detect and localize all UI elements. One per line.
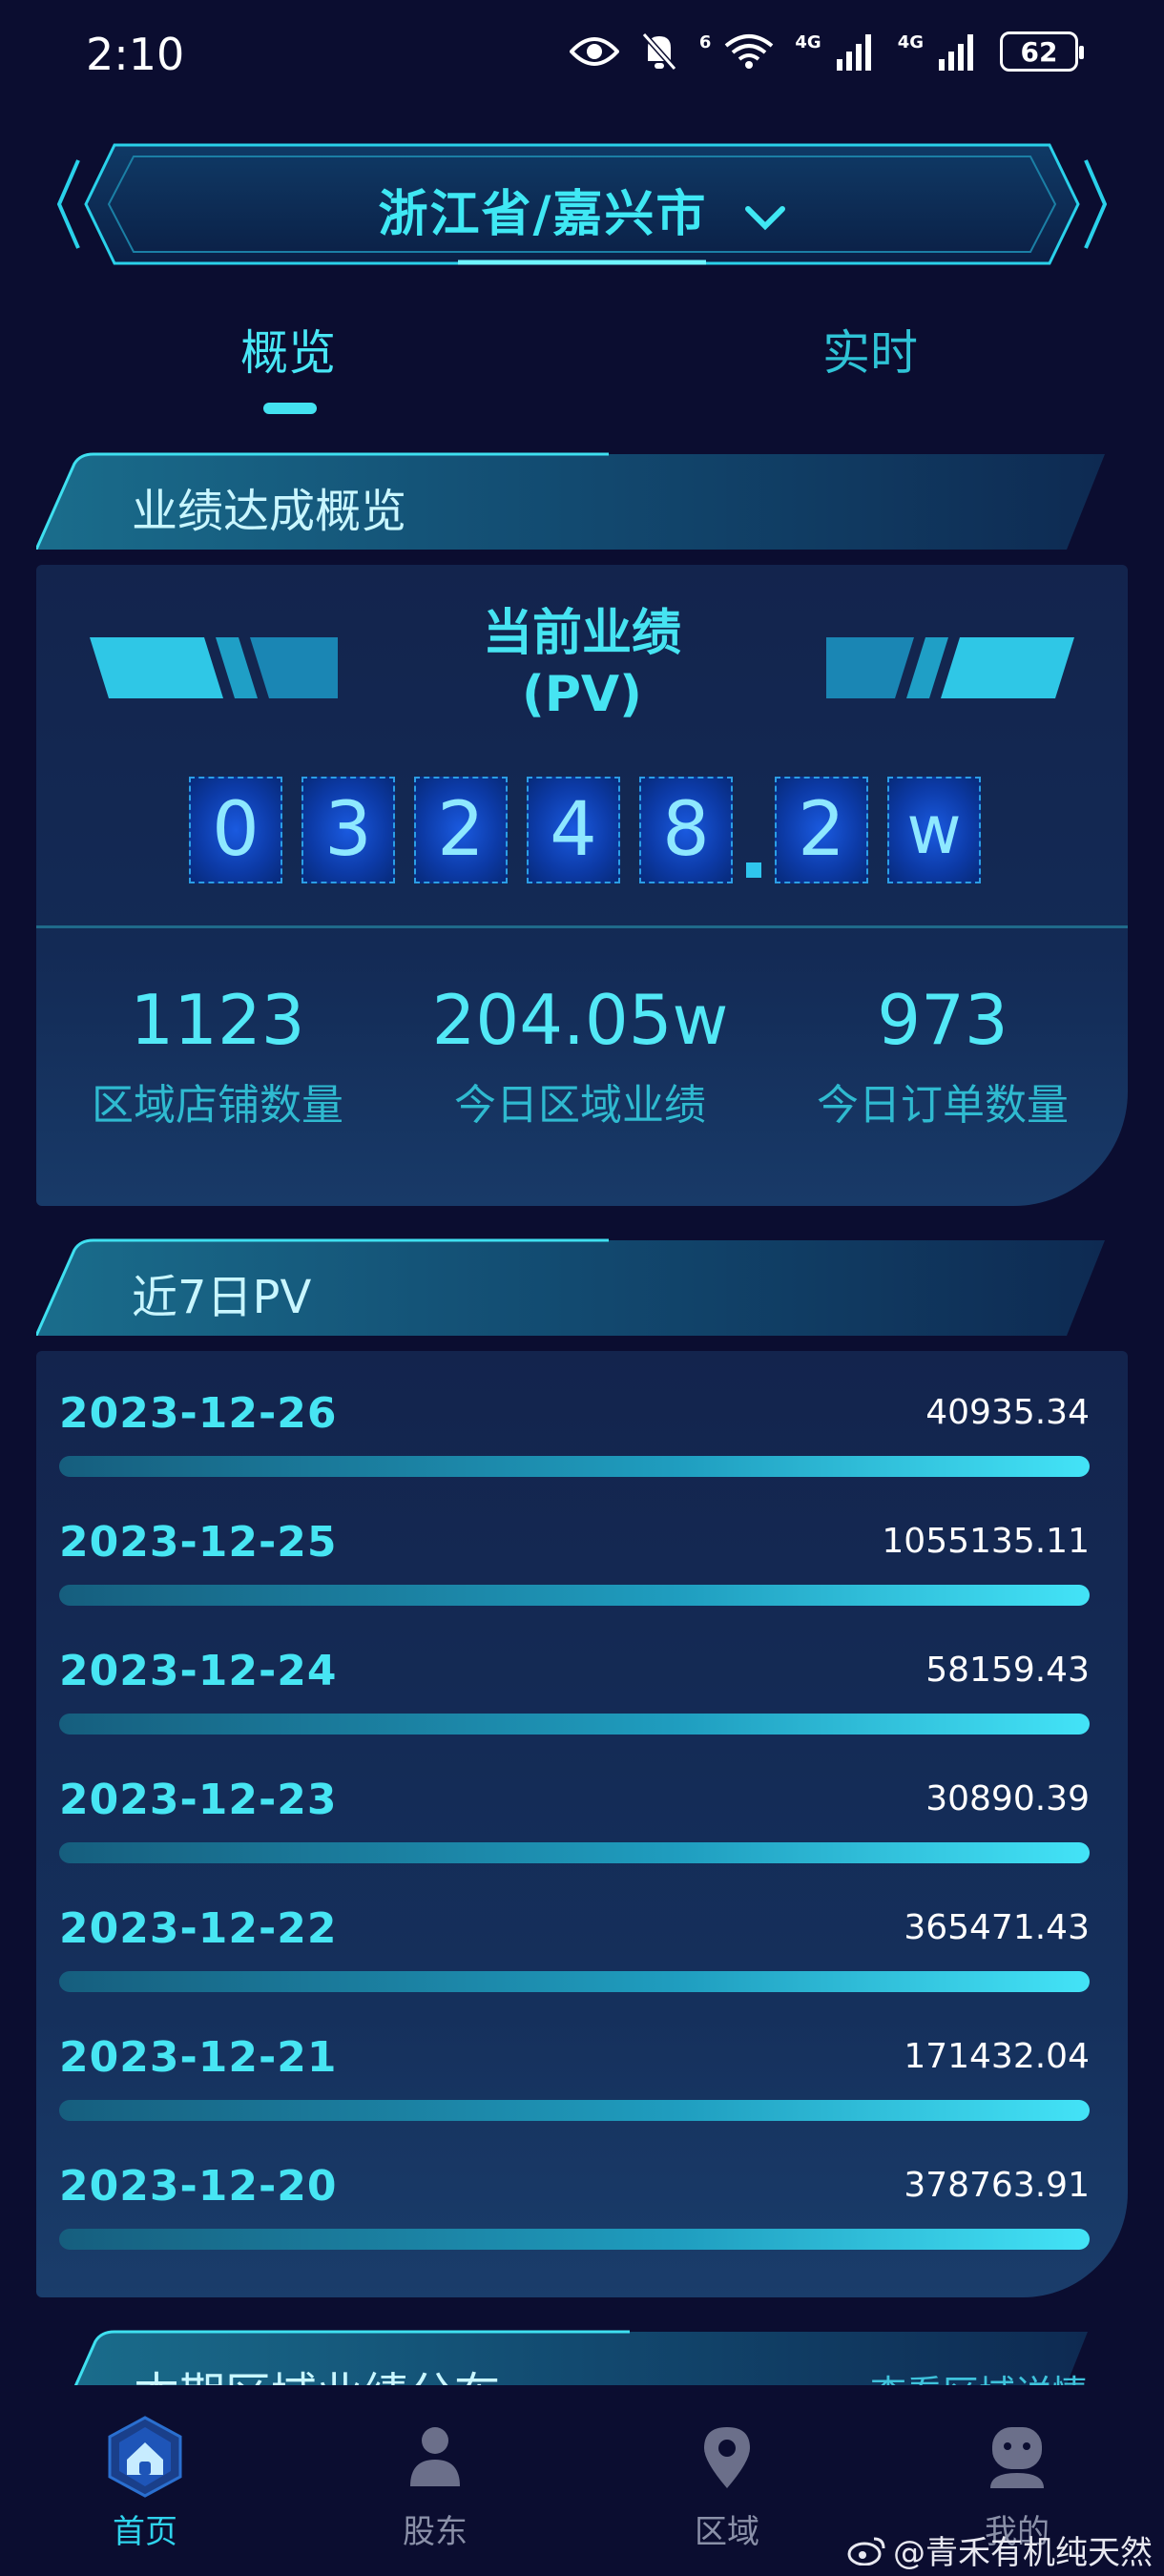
pv-bar bbox=[59, 1971, 1090, 1992]
list-item: 2023-12-21 171432.04 bbox=[59, 1995, 1090, 2124]
pv-date: 2023-12-25 bbox=[59, 1518, 338, 1567]
battery-indicator: 62 bbox=[1000, 31, 1084, 72]
tab-label: 股东 bbox=[403, 2513, 468, 2551]
stat-label: 区域店铺数量 bbox=[92, 1081, 343, 1130]
stat-value: 973 bbox=[877, 980, 1008, 1060]
tab-shareholders[interactable]: 股东 bbox=[349, 2414, 521, 2552]
current-performance-unit: (PV) bbox=[522, 666, 642, 723]
pv-bar bbox=[59, 2100, 1090, 2121]
list-item: 2023-12-24 58159.43 bbox=[59, 1609, 1090, 1737]
pv-date: 2023-12-23 bbox=[59, 1776, 338, 1824]
status-time: 2:10 bbox=[86, 29, 185, 80]
pv-value: 30890.39 bbox=[925, 1779, 1090, 1818]
performance-digit-counter: 0 3 2 4 8 2 w bbox=[189, 777, 1000, 883]
battery-level: 62 bbox=[1020, 35, 1058, 68]
tab-label: 首页 bbox=[113, 2513, 177, 2551]
tab-overview[interactable]: 概览 bbox=[240, 315, 336, 384]
profile-icon bbox=[990, 2427, 1044, 2488]
signal-icon bbox=[939, 34, 973, 71]
divider bbox=[36, 925, 1128, 928]
performance-card: 当前业绩 (PV) 0 3 2 4 8 2 w 1123 区域店铺数量 204.… bbox=[36, 565, 1128, 1206]
tab-strip: 概览 实时 bbox=[0, 305, 1164, 420]
section-title: 业绩达成概览 bbox=[132, 485, 407, 538]
pv-bar bbox=[59, 1585, 1090, 1606]
pv-date: 2023-12-22 bbox=[59, 1904, 338, 1953]
section-header-pv7: 近7日PV bbox=[36, 1236, 1128, 1336]
stat-value: 1123 bbox=[130, 980, 305, 1060]
pv-value: 40935.34 bbox=[925, 1393, 1090, 1432]
section-header-performance: 业绩达成概览 bbox=[36, 450, 1128, 550]
sim2-label: 4G bbox=[897, 32, 924, 52]
stat-value: 204.05w bbox=[431, 980, 729, 1060]
pv-value: 58159.43 bbox=[925, 1651, 1090, 1690]
pv-value: 1055135.11 bbox=[882, 1522, 1090, 1561]
current-performance-label: 当前业绩 bbox=[482, 605, 681, 662]
digit-box: 3 bbox=[301, 777, 395, 883]
pv-bar bbox=[59, 2229, 1090, 2250]
unit-box: w bbox=[887, 777, 981, 883]
pv-date: 2023-12-20 bbox=[59, 2162, 338, 2211]
pv-bar bbox=[59, 1456, 1090, 1477]
pv-bar bbox=[59, 1714, 1090, 1735]
list-item: 2023-12-25 1055135.11 bbox=[59, 1480, 1090, 1609]
weibo-logo-icon bbox=[847, 2537, 885, 2566]
digit-box: 2 bbox=[414, 777, 508, 883]
list-item: 2023-12-20 378763.91 bbox=[59, 2124, 1090, 2253]
eye-icon bbox=[569, 37, 619, 66]
list-item: 2023-12-22 365471.43 bbox=[59, 1866, 1090, 1995]
pv-value: 171432.04 bbox=[904, 2037, 1090, 2076]
status-icons: 6 4G 4G 62 bbox=[569, 31, 1084, 73]
stat-today-region-performance: 204.05w 今日区域业绩 bbox=[399, 977, 761, 1132]
region-selector[interactable]: 浙江省/嘉兴市 bbox=[57, 141, 1107, 267]
digit-box: 2 bbox=[775, 777, 868, 883]
pv7-list: 2023-12-26 40935.34 2023-12-25 1055135.1… bbox=[36, 1351, 1128, 2297]
list-item: 2023-12-23 30890.39 bbox=[59, 1737, 1090, 1866]
pv-value: 378763.91 bbox=[904, 2166, 1090, 2205]
tab-home[interactable]: 首页 bbox=[59, 2414, 231, 2552]
current-performance-title: 当前业绩 (PV) bbox=[36, 603, 1128, 725]
wifi-icon bbox=[725, 34, 774, 69]
pv-bar bbox=[59, 1842, 1090, 1863]
home-icon bbox=[108, 2416, 182, 2498]
signal-icon bbox=[836, 34, 871, 71]
section-title: 近7日PV bbox=[132, 1271, 312, 1324]
person-icon bbox=[410, 2427, 460, 2486]
wifi-gen-label: 6 bbox=[698, 32, 712, 52]
pv-date: 2023-12-24 bbox=[59, 1647, 338, 1695]
digit-box: 4 bbox=[527, 777, 620, 883]
tab-active-indicator bbox=[263, 403, 317, 414]
digit-box: 8 bbox=[639, 777, 733, 883]
chevron-down-icon bbox=[744, 206, 785, 231]
watermark-text: @青禾有机纯天然 bbox=[893, 2534, 1153, 2572]
sim1-label: 4G bbox=[795, 32, 821, 52]
status-bar: 2:10 6 4G 4G 62 bbox=[0, 0, 1164, 114]
stat-label: 今日订单数量 bbox=[817, 1081, 1069, 1130]
digit-box: 0 bbox=[189, 777, 282, 883]
bell-muted-icon bbox=[641, 32, 677, 71]
pv-value: 365471.43 bbox=[904, 1908, 1090, 1947]
pv-date: 2023-12-26 bbox=[59, 1389, 338, 1438]
tab-region[interactable]: 区域 bbox=[641, 2414, 813, 2552]
stat-today-order-count: 973 今日订单数量 bbox=[761, 977, 1124, 1132]
stat-store-count: 1123 区域店铺数量 bbox=[36, 977, 399, 1132]
region-label: 浙江省/嘉兴市 bbox=[378, 186, 708, 243]
pv-date: 2023-12-21 bbox=[59, 2033, 338, 2082]
list-item: 2023-12-26 40935.34 bbox=[59, 1351, 1090, 1480]
location-pin-icon bbox=[704, 2427, 750, 2488]
stat-label: 今日区域业绩 bbox=[454, 1081, 706, 1130]
tab-label: 区域 bbox=[695, 2513, 759, 2551]
tab-realtime[interactable]: 实时 bbox=[822, 315, 918, 384]
decimal-point bbox=[746, 862, 761, 878]
watermark: @青禾有机纯天然 bbox=[847, 2526, 1153, 2573]
